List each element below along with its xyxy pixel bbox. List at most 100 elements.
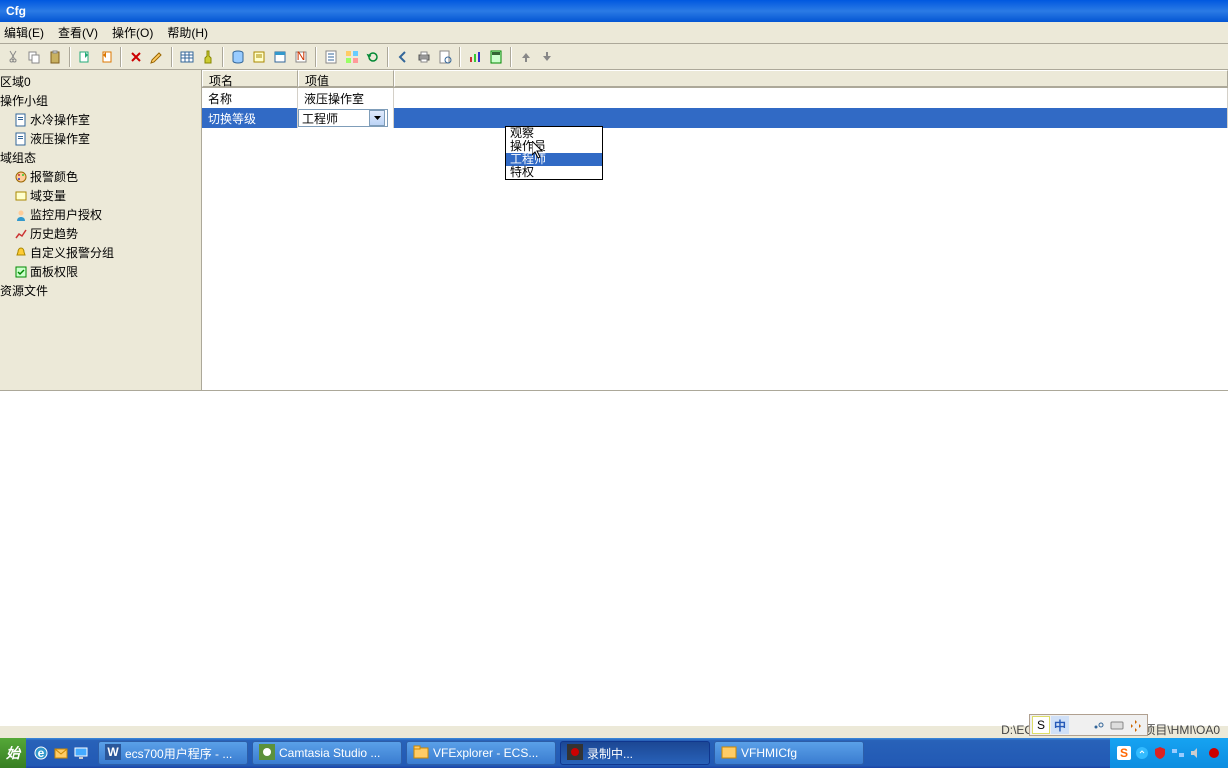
tree-item[interactable]: 域变量 [0,186,201,205]
menu-edit[interactable]: 编辑(E) [4,24,44,41]
tree-item[interactable]: 域组态 [0,148,201,167]
cut-icon[interactable] [4,48,22,66]
flashlight-icon[interactable] [199,48,217,66]
tray-volume-icon[interactable] [1188,745,1204,761]
up-icon[interactable] [517,48,535,66]
grid-header: 项名 项值 [202,70,1228,88]
dropdown-item[interactable]: 特权 [506,166,602,179]
calc-icon[interactable] [487,48,505,66]
ime-keyboard-icon[interactable] [1108,716,1126,734]
ime-mode-icon[interactable]: 中 [1051,716,1069,734]
ime-settings-icon[interactable] [1127,716,1145,734]
tree-item[interactable]: 液压操作室 [0,129,201,148]
tree-item[interactable]: 自定义报警分组 [0,243,201,262]
down-icon[interactable] [538,48,556,66]
ime-toolbar[interactable]: S 中 [1029,714,1148,736]
taskbar-button[interactable]: VFExplorer - ECS... [406,741,556,765]
quicklaunch: e [26,742,96,764]
back-icon[interactable] [394,48,412,66]
tree-item-label: 操作小组 [0,92,48,109]
bell-icon [14,246,28,260]
tree-item-label: 区域0 [0,73,31,90]
delete-icon[interactable] [127,48,145,66]
ime-moon-icon[interactable] [1070,716,1088,734]
chart-icon[interactable] [466,48,484,66]
separator [510,47,512,67]
menu-help[interactable]: 帮助(H) [167,24,208,41]
tree-item-label: 水冷操作室 [30,111,90,128]
menu-view[interactable]: 查看(V) [58,24,98,41]
taskbar-button[interactable]: Camtasia Studio ... [252,741,402,765]
column-value[interactable]: 项值 [298,70,394,87]
grid-cell-value[interactable] [298,108,394,128]
note-icon[interactable] [250,48,268,66]
tray-network-icon[interactable] [1170,745,1186,761]
doc-icon [14,132,28,146]
tray-arrow-icon[interactable] [1134,745,1150,761]
tree-item-label: 域组态 [0,149,36,166]
tray-record-icon[interactable] [1206,745,1222,761]
taskbar-button[interactable]: Wecs700用户程序 - ... [98,741,248,765]
workspace: 区域0操作小组水冷操作室液压操作室域组态报警颜色域变量监控用户授权历史趋势自定义… [0,70,1228,390]
taskbar-button[interactable]: VFHMICfg [714,741,864,765]
paste-icon[interactable] [46,48,64,66]
task-label: Camtasia Studio ... [279,746,380,760]
ime-punct-icon[interactable] [1089,716,1107,734]
tray-shield-icon[interactable] [1152,745,1168,761]
taskbar-button[interactable]: 录制中... [560,741,710,765]
task-icon [259,744,275,763]
tray-sogou-icon[interactable]: S [1116,745,1132,761]
tree-item[interactable]: 操作小组 [0,91,201,110]
level-combo[interactable] [298,109,388,127]
grid-cell-spacer [394,108,1228,128]
copy-icon[interactable] [25,48,43,66]
svg-text:e: e [38,746,45,760]
separator [387,47,389,67]
ie-icon[interactable]: e [32,742,50,764]
database-icon[interactable] [229,48,247,66]
palette-icon [14,170,28,184]
tree-item[interactable]: 水冷操作室 [0,110,201,129]
menubar: 编辑(E) 查看(V) 操作(O) 帮助(H) [0,22,1228,44]
dropdown-button[interactable] [369,110,385,126]
tree-item[interactable]: 区域0 [0,72,201,91]
tree-item-label: 历史趋势 [30,225,78,242]
export-icon[interactable] [76,48,94,66]
start-button[interactable]: 始 [0,738,26,768]
dropdown-list[interactable]: 观察操作员工程师特权 [505,126,603,180]
level-input[interactable] [299,111,369,125]
task-icon [721,744,737,763]
print-icon[interactable] [415,48,433,66]
task-label: VFExplorer - ECS... [433,746,538,760]
grid-row[interactable]: 名称液压操作室 [202,88,1228,108]
separator [315,47,317,67]
tree-item-label: 液压操作室 [30,130,90,147]
grid-cell-name: 切换等级 [202,108,298,128]
systray: S [1110,738,1228,768]
grid-icon[interactable] [343,48,361,66]
svg-text:W: W [107,745,119,759]
var-icon [14,189,28,203]
grid-cell-value[interactable]: 液压操作室 [298,88,394,108]
tree-item[interactable]: 历史趋势 [0,224,201,243]
tree-item[interactable]: 报警颜色 [0,167,201,186]
menu-operation[interactable]: 操作(O) [112,24,153,41]
desktop-icon[interactable] [72,742,90,764]
new-icon[interactable]: N [292,48,310,66]
task-label: VFHMICfg [741,746,797,760]
properties-icon[interactable] [322,48,340,66]
tree-item[interactable]: 资源文件 [0,281,201,300]
form-icon[interactable] [271,48,289,66]
outlook-icon[interactable] [52,742,70,764]
grid-row[interactable]: 切换等级 [202,108,1228,128]
preview-icon[interactable] [436,48,454,66]
tree-item[interactable]: 面板权限 [0,262,201,281]
import-icon[interactable] [97,48,115,66]
column-name[interactable]: 项名 [202,70,298,87]
svg-text:N: N [297,49,306,63]
edit-icon[interactable] [148,48,166,66]
ime-sogou-icon[interactable]: S [1032,716,1050,734]
refresh-icon[interactable] [364,48,382,66]
tree-item[interactable]: 监控用户授权 [0,205,201,224]
table-icon[interactable] [178,48,196,66]
